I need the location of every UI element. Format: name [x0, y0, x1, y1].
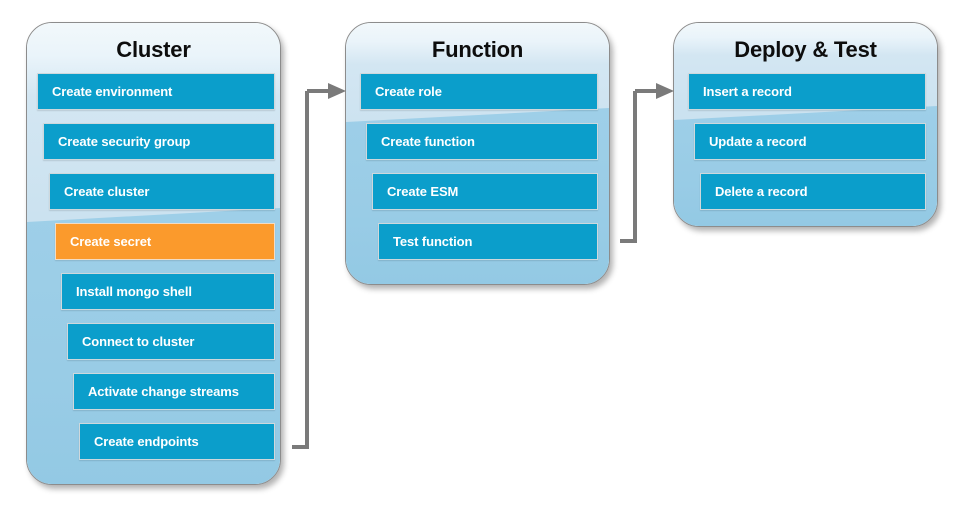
- step-label: Connect to cluster: [82, 334, 195, 349]
- connector-function-to-deploy-test: [620, 83, 674, 243]
- step-box[interactable]: Create cluster: [49, 173, 275, 210]
- step-label: Install mongo shell: [76, 284, 192, 299]
- step-box[interactable]: Create function: [366, 123, 598, 160]
- panel-title-cluster: Cluster: [116, 37, 191, 62]
- step-label: Create endpoints: [94, 434, 199, 449]
- connector-cluster-to-function: [292, 83, 346, 449]
- panel-title-function: Function: [431, 37, 524, 62]
- step-label: Create function: [381, 134, 475, 149]
- step-label: Test function: [393, 234, 473, 249]
- panel-function[interactable]: Function Create role Create function Cre…: [345, 22, 610, 285]
- step-box[interactable]: Connect to cluster: [67, 323, 275, 360]
- panel-deploy-test[interactable]: Deploy & Test Insert a record Update a r…: [673, 22, 938, 227]
- step-label: Insert a record: [703, 84, 792, 99]
- step-label: Create ESM: [387, 184, 459, 199]
- diagram-canvas: Cluster Create environment Create securi…: [0, 0, 965, 505]
- step-label: Create secret: [70, 234, 152, 249]
- step-box[interactable]: Update a record: [694, 123, 926, 160]
- step-label: Create role: [375, 84, 442, 99]
- step-box[interactable]: Insert a record: [688, 73, 926, 110]
- step-box[interactable]: Create environment: [37, 73, 275, 110]
- step-label: Create security group: [58, 134, 191, 149]
- panel-title-deploy-test: Deploy & Test: [734, 37, 877, 62]
- step-label: Create cluster: [64, 184, 150, 199]
- step-box-highlighted[interactable]: Create secret: [55, 223, 275, 260]
- arrow-right-icon: [307, 83, 346, 99]
- step-label: Create environment: [52, 84, 173, 99]
- step-box[interactable]: Create security group: [43, 123, 275, 160]
- step-label: Activate change streams: [88, 384, 239, 399]
- step-box[interactable]: Delete a record: [700, 173, 926, 210]
- step-box[interactable]: Test function: [378, 223, 598, 260]
- step-box[interactable]: Create endpoints: [79, 423, 275, 460]
- step-box[interactable]: Create ESM: [372, 173, 598, 210]
- step-box[interactable]: Activate change streams: [73, 373, 275, 410]
- step-box[interactable]: Install mongo shell: [61, 273, 275, 310]
- step-box[interactable]: Create role: [360, 73, 598, 110]
- panel-cluster[interactable]: Cluster Create environment Create securi…: [26, 22, 281, 485]
- arrow-right-icon: [635, 83, 674, 99]
- step-label: Delete a record: [715, 184, 808, 199]
- step-label: Update a record: [709, 134, 807, 149]
